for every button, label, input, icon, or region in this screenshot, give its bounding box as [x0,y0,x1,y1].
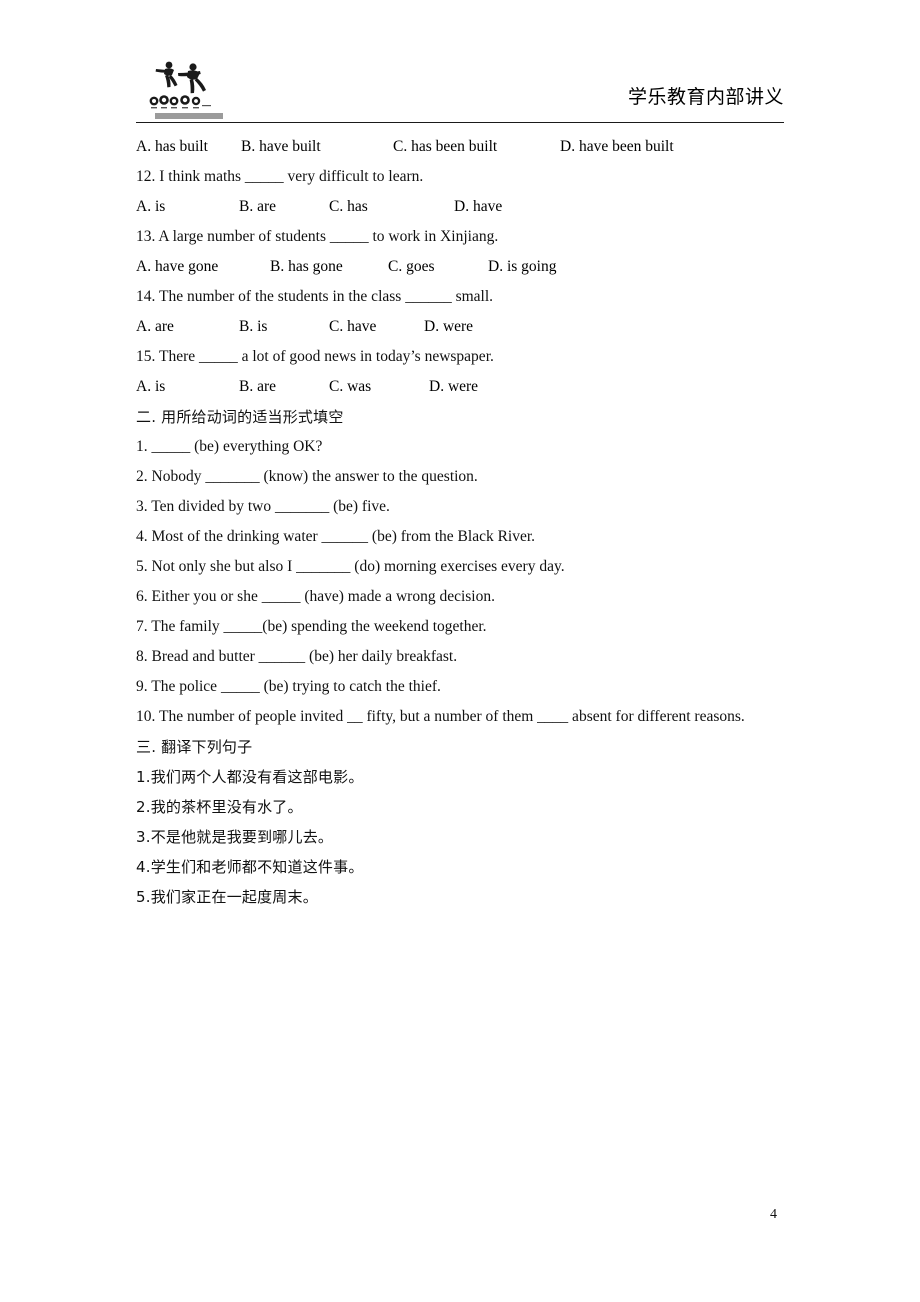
option-c: C. has [329,198,368,215]
question-13-stem: 13. A large number of students _____ to … [136,228,499,245]
question-15-stem: 15. There _____ a lot of good news in to… [136,348,494,365]
translate-item: 2.我的茶杯里没有水了。 [136,798,303,816]
option-d: D. is going [488,258,557,275]
option-a: A. have gone [136,258,219,275]
section-three-heading: 三. 翻译下列句子 [136,738,253,756]
option-b: B. have built [241,138,321,155]
page-header: 学乐教育内部讲义 [136,55,784,123]
fill-item: 7. The family _____(be) spending the wee… [136,618,487,635]
option-a: A. are [136,318,174,335]
translate-item: 5.我们家正在一起度周末。 [136,888,318,906]
option-b: B. are [239,198,277,215]
option-c: C. was [329,378,372,395]
option-d: D. have [454,198,503,215]
question-14-stem: 14. The number of the students in the cl… [136,288,494,305]
option-b: B. are [239,378,277,395]
option-a: A. is [136,198,166,215]
document-page: 学乐教育内部讲义 A. has built B. have built C. has… [0,0,920,1302]
header-title: 学乐教育内部讲义 [627,86,784,108]
translate-item: 1.我们两个人都没有看这部电影。 [136,768,364,786]
fill-item: 10. The number of people invited __ fift… [136,708,745,725]
fill-item: 9. The police _____ (be) trying to catch… [136,678,441,695]
question-13-options: A. have gone B. has gone C. goes D. is goin… [136,252,796,282]
fill-item: 5. Not only she but also I _______ (do) … [136,558,565,575]
option-d: D. have been built [560,138,674,155]
fill-item: 8. Bread and butter ______ (be) her dail… [136,648,458,665]
header-divider [136,122,784,123]
option-b: B. has gone [270,258,343,275]
fill-item: 3. Ten divided by two _______ (be) five. [136,498,390,515]
option-a: A. is [136,378,166,395]
question-12-options: A. is B. are C. has D. have [136,192,796,222]
option-d: D. were [424,318,474,335]
option-a: A. has built [136,138,208,155]
question-11-options: A. has built B. have built C. has been bui… [136,132,796,162]
translate-item: 3.不是他就是我要到哪儿去。 [136,828,334,846]
option-c: C. goes [388,258,435,275]
option-b: B. is [239,318,268,335]
option-d: D. were [429,378,479,395]
fill-item: 1. _____ (be) everything OK? [136,438,323,455]
page-number: 4 [770,1207,777,1222]
question-12-stem: 12. I think maths _____ very difficult t… [136,168,424,185]
fill-item: 2. Nobody _______ (know) the answer to t… [136,468,478,485]
option-c: C. has been built [393,138,498,155]
document-body: A. has built B. have built C. has been bui… [136,132,796,912]
translate-item: 4.学生们和老师都不知道这件事。 [136,858,364,876]
fill-item: 4. Most of the drinking water ______ (be… [136,528,536,545]
option-c: C. have [329,318,377,335]
section-two-heading: 二. 用所给动词的适当形式填空 [136,408,344,426]
xuele-education-logo-icon [144,57,228,119]
question-14-options: A. are B. is C. have D. were [136,312,796,342]
fill-item: 6. Either you or she _____ (have) made a… [136,588,495,605]
question-15-options: A. is B. are C. was D. were [136,372,796,402]
